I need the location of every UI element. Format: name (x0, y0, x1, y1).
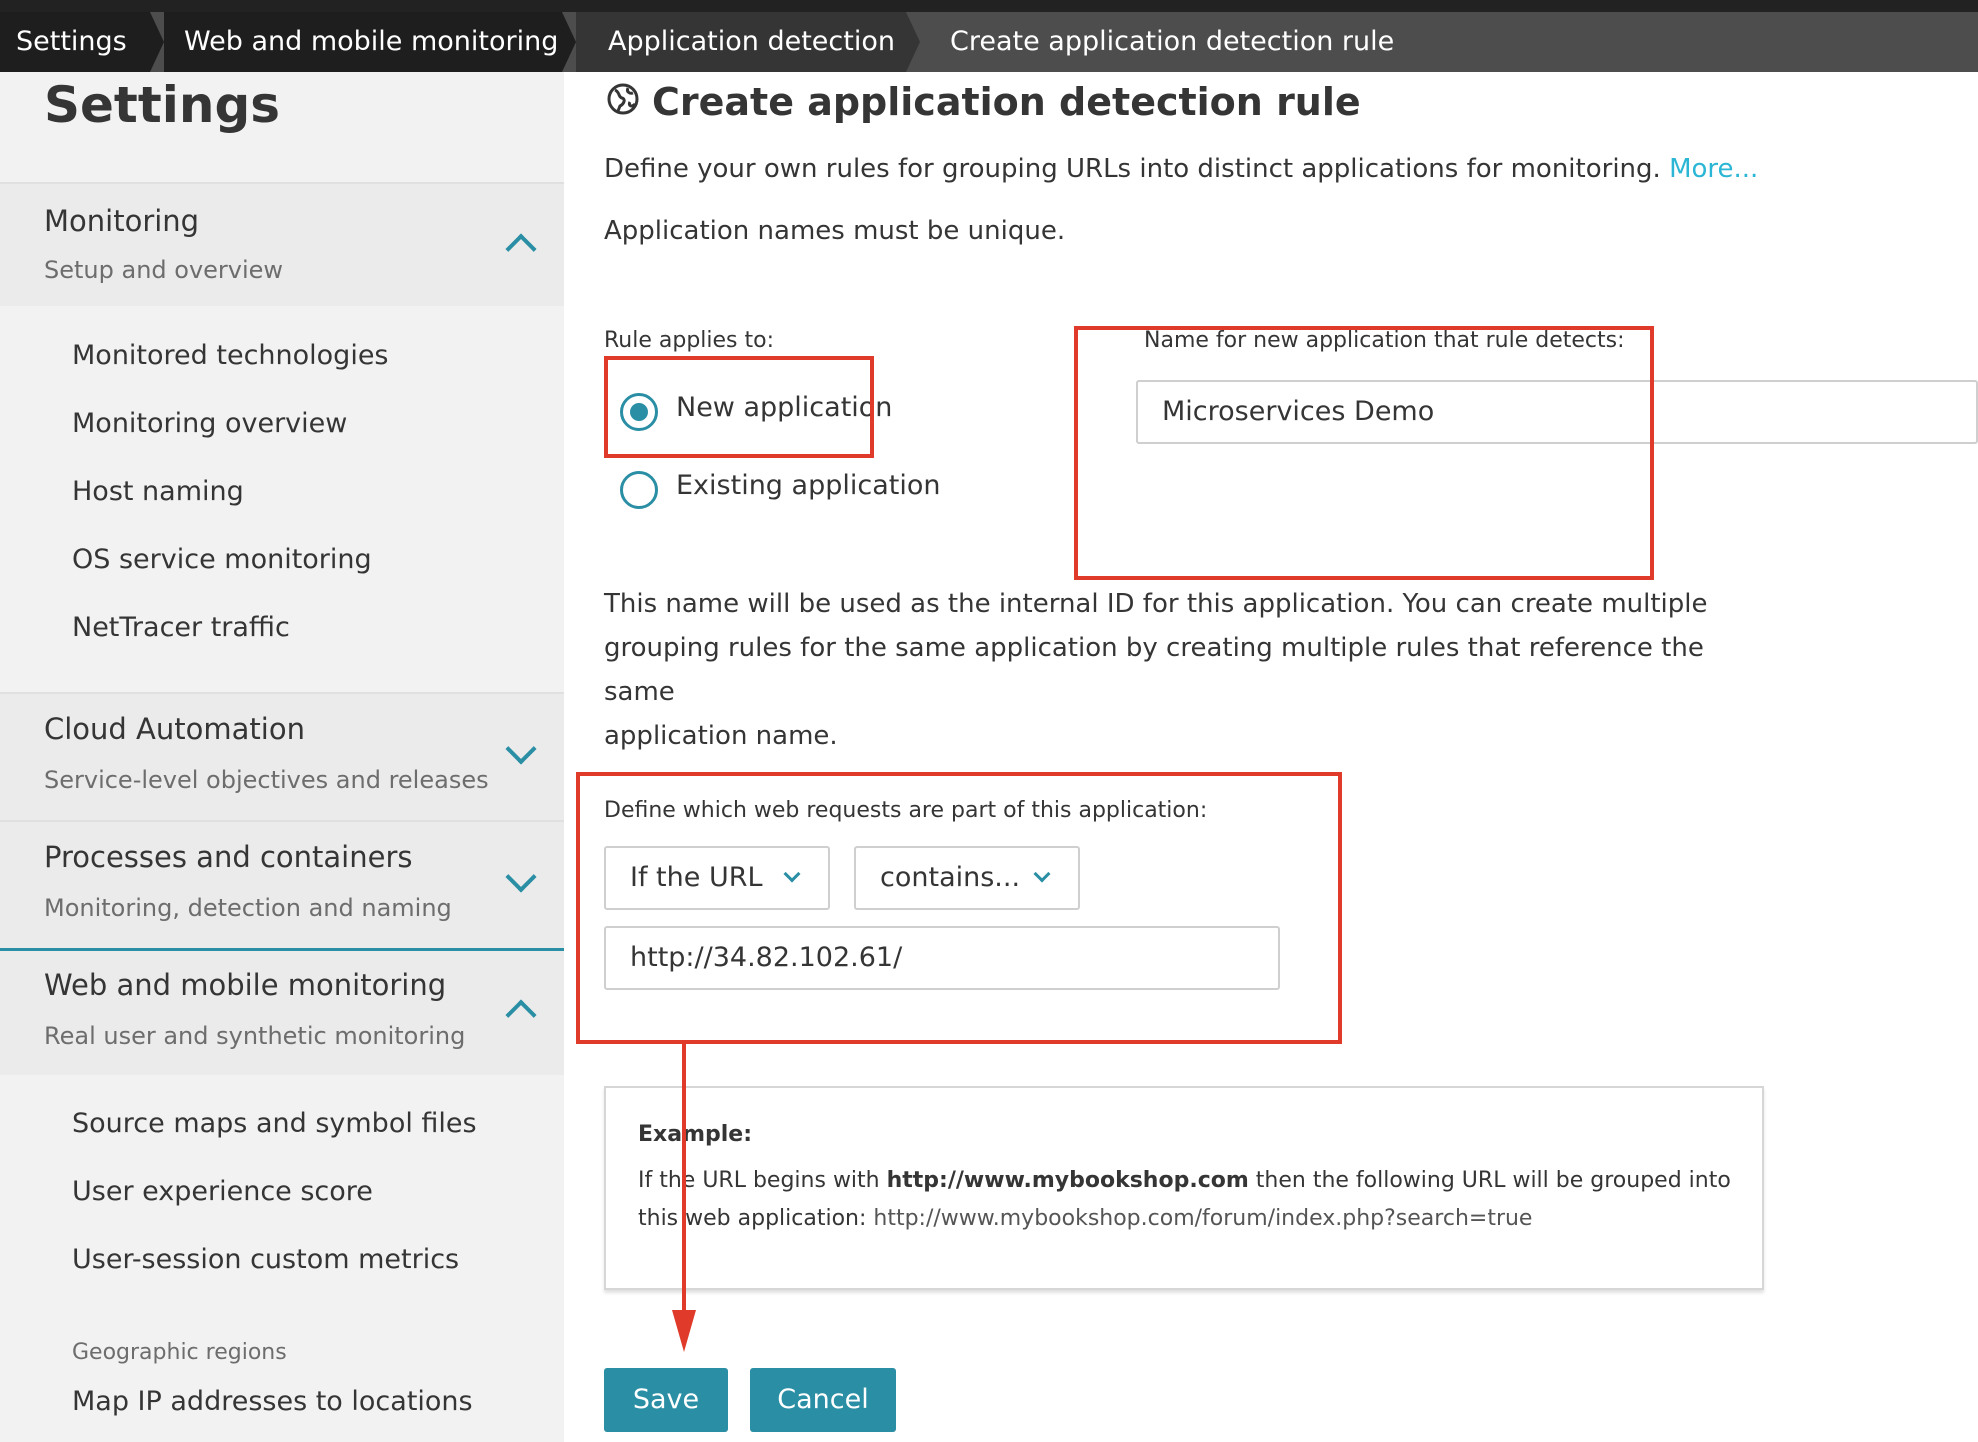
radio-existing-application-label[interactable]: Existing application (676, 470, 940, 501)
example-line-1: If the URL begins with http://www.mybook… (638, 1168, 1731, 1193)
explanation-line-1: This name will be used as the internal I… (604, 589, 1708, 619)
breadcrumb-web-mobile[interactable]: Web and mobile monitoring (164, 12, 562, 72)
example-url-bold: http://www.mybookshop.com (886, 1168, 1249, 1193)
explanation-line-2: grouping rules for the same application … (604, 633, 1704, 707)
page-title: Create application detection rule (652, 80, 1361, 124)
sidebar-item-monitoring-overview[interactable]: Monitoring overview (72, 408, 347, 439)
breadcrumb-separator (150, 12, 164, 72)
group-label-geographic: Geographic regions (72, 1340, 287, 1365)
sidebar-item-source-maps[interactable]: Source maps and symbol files (72, 1108, 477, 1139)
example-text: this web application: (638, 1206, 874, 1231)
breadcrumb-separator (906, 12, 920, 72)
sidebar-item-nettracer-traffic[interactable]: NetTracer traffic (72, 612, 290, 643)
section-monitoring-name: Monitoring (44, 204, 200, 238)
top-strip (0, 0, 1978, 12)
section-web-name: Web and mobile monitoring (44, 968, 447, 1002)
sidebar-item-map-ip[interactable]: Map IP addresses to locations (72, 1386, 473, 1417)
example-text: then the following URL will be grouped i… (1248, 1168, 1731, 1193)
settings-sidebar: Settings Monitoring Setup and overview M… (0, 72, 564, 1442)
section-processes-sub: Monitoring, detection and naming (44, 894, 452, 922)
main-content: Create application detection rule Define… (564, 72, 1978, 1442)
section-cloud-sub: Service-level objectives and releases (44, 766, 489, 794)
intro-sentence: Define your own rules for grouping URLs … (604, 154, 1661, 184)
unique-note: Application names must be unique. (604, 216, 1066, 246)
sidebar-item-user-experience-score[interactable]: User experience score (72, 1176, 373, 1207)
example-box: Example: If the URL begins with http://w… (604, 1086, 1764, 1290)
section-cloud-name: Cloud Automation (44, 712, 305, 746)
explanation-text: This name will be used as the internal I… (604, 582, 1754, 758)
cancel-button[interactable]: Cancel (750, 1368, 896, 1432)
sidebar-item-os-service-monitoring[interactable]: OS service monitoring (72, 544, 372, 575)
section-monitoring[interactable] (0, 184, 564, 306)
breadcrumb-app-detection[interactable]: Application detection (576, 12, 906, 72)
highlight-app-name (1074, 326, 1654, 580)
radio-unselected-icon[interactable] (620, 471, 658, 509)
example-url: http://www.mybookshop.com/forum/index.ph… (873, 1206, 1533, 1231)
example-title: Example: (638, 1122, 752, 1147)
annotation-arrow-head (672, 1310, 696, 1352)
example-text: If the URL begins with (638, 1168, 887, 1193)
sidebar-item-host-naming[interactable]: Host naming (72, 476, 244, 507)
example-line-2: this web application: http://www.mybooks… (638, 1206, 1532, 1231)
highlight-new-application (604, 356, 874, 458)
section-processes-name: Processes and containers (44, 840, 413, 874)
breadcrumb: Settings Web and mobile monitoring Appli… (0, 12, 1978, 72)
section-monitoring-sub: Setup and overview (44, 256, 284, 284)
sidebar-item-monitored-technologies[interactable]: Monitored technologies (72, 340, 389, 371)
rule-applies-label: Rule applies to: (604, 328, 775, 353)
more-link[interactable]: More... (1669, 154, 1758, 184)
globe-icon (607, 83, 639, 115)
breadcrumb-separator (562, 12, 576, 72)
breadcrumb-settings[interactable]: Settings (0, 12, 150, 72)
highlight-url-rule (576, 772, 1342, 1044)
sidebar-item-user-session-metrics[interactable]: User-session custom metrics (72, 1244, 459, 1275)
section-web-sub: Real user and synthetic monitoring (44, 1022, 466, 1050)
sidebar-title: Settings (44, 76, 281, 134)
explanation-line-3: application name. (604, 721, 838, 751)
annotation-arrow-line (682, 1042, 686, 1312)
intro-text: Define your own rules for grouping URLs … (604, 154, 1758, 184)
save-button[interactable]: Save (604, 1368, 728, 1432)
breadcrumb-current: Create application detection rule (950, 26, 1395, 57)
